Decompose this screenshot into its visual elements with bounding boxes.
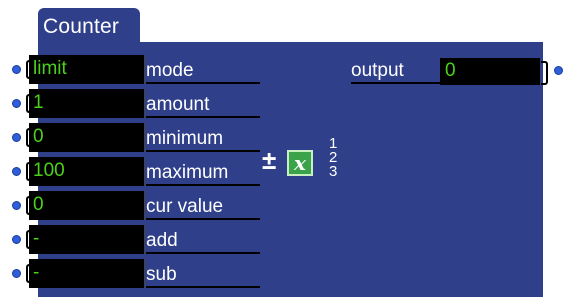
output-underline <box>351 82 440 84</box>
outlet-port-icon[interactable] <box>554 66 563 75</box>
node-title-tab[interactable]: Counter <box>38 8 140 44</box>
add-underline <box>146 252 260 254</box>
amount-label: amount <box>146 94 210 115</box>
maximum-value: 100 <box>33 160 65 181</box>
cur-value-field[interactable]: 0 <box>26 191 145 220</box>
mode-value: limit <box>33 58 67 79</box>
sub-label: sub <box>146 264 177 285</box>
sub-underline <box>146 286 260 288</box>
minimum-field[interactable]: 0 <box>26 123 145 152</box>
maximum-underline <box>146 184 260 186</box>
minimum-value: 0 <box>33 126 44 147</box>
inlet-port-icon[interactable] <box>12 167 21 176</box>
minimum-underline <box>146 150 260 152</box>
minimum-label: minimum <box>146 128 224 149</box>
add-field[interactable]: - <box>26 225 145 254</box>
cur-value-underline <box>146 218 260 220</box>
node-title: Counter <box>43 15 120 38</box>
cur-value-label: cur value <box>146 196 224 217</box>
inlet-port-icon[interactable] <box>12 269 21 278</box>
index-numbers-icon: 1 2 3 <box>329 136 338 180</box>
output-label: output <box>351 60 404 81</box>
sub-field[interactable]: - <box>26 259 145 288</box>
inlet-port-icon[interactable] <box>12 201 21 210</box>
mode-underline <box>146 82 260 84</box>
add-value: - <box>33 228 40 249</box>
mode-field[interactable]: limit <box>26 55 145 84</box>
math-x-icon: x <box>287 150 313 176</box>
amount-value: 1 <box>33 92 44 113</box>
amount-field[interactable]: 1 <box>26 89 145 118</box>
output-value: 0 <box>445 60 456 81</box>
mode-label: mode <box>146 60 194 81</box>
add-label: add <box>146 230 178 251</box>
cur-value-value: 0 <box>33 194 44 215</box>
inlet-port-icon[interactable] <box>12 133 21 142</box>
output-bracket <box>541 61 548 85</box>
plus-minus-icon: ± <box>262 145 277 175</box>
maximum-label: maximum <box>146 162 229 183</box>
inlet-port-icon[interactable] <box>12 99 21 108</box>
sub-value: - <box>33 262 40 283</box>
output-field: 0 <box>440 58 540 85</box>
inlet-port-icon[interactable] <box>12 235 21 244</box>
maximum-field[interactable]: 100 <box>26 157 145 186</box>
amount-underline <box>146 116 260 118</box>
inlet-port-icon[interactable] <box>12 65 21 74</box>
index-number-3: 3 <box>329 163 338 180</box>
